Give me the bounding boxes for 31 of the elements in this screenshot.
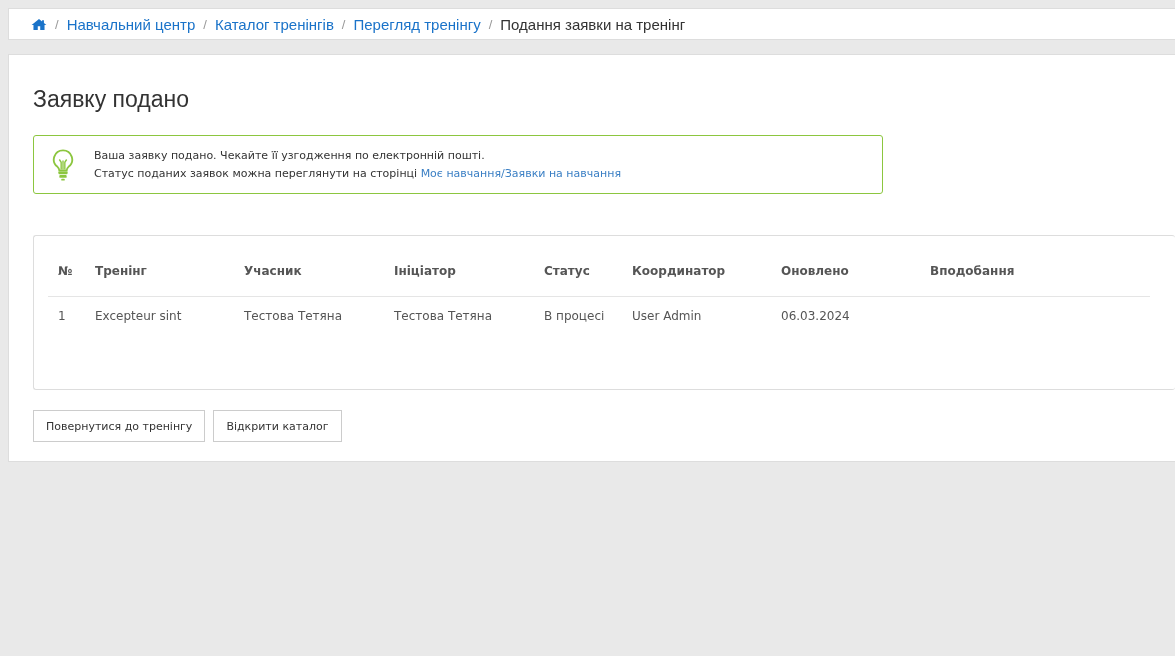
alert-text: Статус поданих заявок можна переглянути на сторінці Моє навчання/Заявки на навчання: [94, 165, 621, 182]
action-button[interactable]: Відкрити каталог: [213, 410, 342, 442]
table-cell: User Admin: [622, 296, 771, 335]
breadcrumb-separator: /: [488, 16, 493, 32]
action-button[interactable]: Повернутися до тренінгу: [33, 410, 206, 442]
table-cell: Excepteur sint: [85, 296, 234, 335]
page-title: Заявку подано: [33, 85, 189, 113]
column-header: Тренінг: [85, 246, 234, 297]
table-cell: 06.03.2024: [771, 296, 920, 335]
alert-text: Ваша заявку подано. Чекайте її узгодження по електронній пошті.: [94, 147, 486, 164]
column-header: Статус: [534, 246, 622, 297]
breadcrumb-separator: /: [203, 16, 207, 32]
column-header: Учасник: [234, 246, 384, 297]
column-header: Оновлено: [771, 246, 920, 297]
table-cell: В процесі: [534, 296, 622, 335]
column-header: Координатор: [622, 246, 771, 297]
breadcrumb-link[interactable]: Каталог тренінгів: [214, 15, 334, 33]
breadcrumb-current: Подання заявки на тренінг: [500, 15, 686, 33]
column-header: Ініціатор: [384, 246, 534, 297]
table-cell: Тестова Тетяна: [234, 296, 384, 335]
home-icon[interactable]: [31, 17, 47, 31]
column-header: Вподобання: [920, 246, 1150, 297]
breadcrumb-link[interactable]: Перегляд тренінгу: [353, 15, 481, 33]
breadcrumb-link[interactable]: Навчальний центр: [66, 15, 196, 33]
requests-link[interactable]: Моє навчання/Заявки на навчання: [420, 166, 621, 180]
lightbulb-icon: [52, 147, 74, 182]
column-header: №: [48, 246, 85, 297]
breadcrumb-separator: /: [55, 16, 59, 32]
breadcrumb-separator: /: [341, 16, 346, 32]
table-cell: Тестова Тетяна: [384, 296, 534, 335]
table-cell: 1: [48, 296, 85, 335]
